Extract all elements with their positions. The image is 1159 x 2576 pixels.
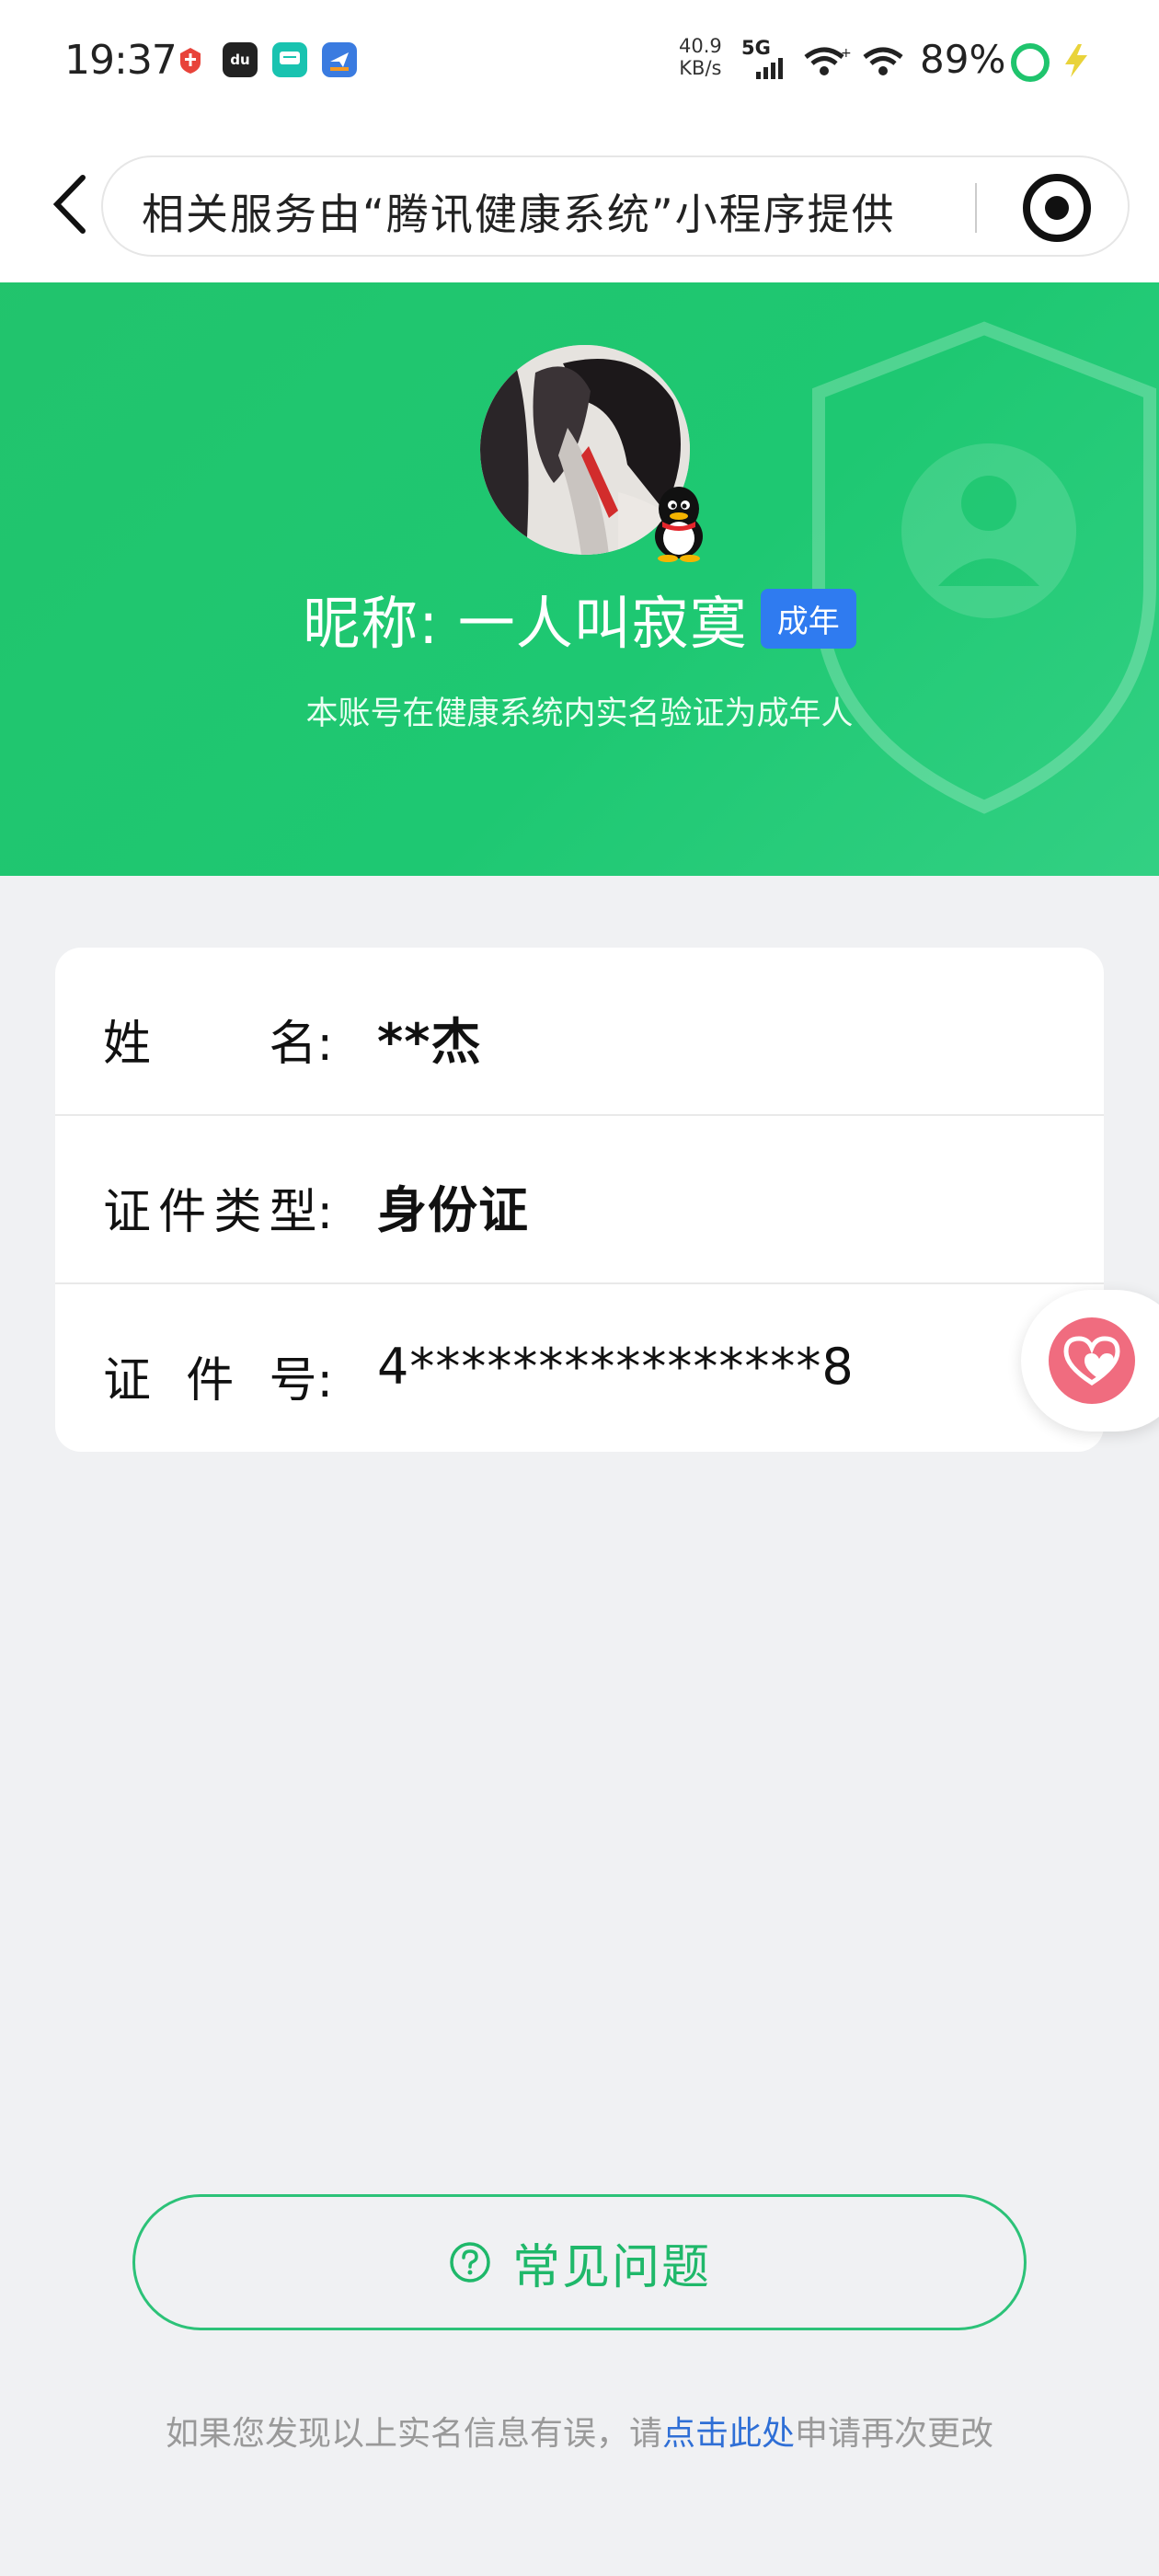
info-row-name: 姓名: **杰 [55, 948, 1104, 1116]
news-app-icon [173, 42, 208, 77]
floating-heart-button[interactable] [1021, 1290, 1159, 1432]
signal-icon [756, 58, 783, 79]
service-provider-bar[interactable]: 相关服务由“腾讯健康系统”小程序提供 [101, 155, 1130, 257]
faq-button[interactable]: 常见问题 [132, 2194, 1027, 2330]
wifi-icon [863, 47, 903, 75]
nickname: 昵称: 一人叫寂寞 [303, 590, 748, 657]
target-icon [1045, 196, 1069, 220]
info-label-name: 姓名: [103, 1017, 333, 1072]
info-value-id-number: 4****************8 [377, 1338, 855, 1396]
status-time: 19:37 [64, 37, 178, 84]
battery-ring-icon [1011, 43, 1050, 82]
faq-label: 常见问题 [511, 2239, 711, 2295]
heart-icon [1049, 1317, 1135, 1404]
back-button[interactable] [48, 172, 94, 236]
plane-app-icon [322, 42, 357, 77]
info-value-name: **杰 [377, 1013, 482, 1071]
mini-program-nav-bar: 相关服务由“腾讯健康系统”小程序提供 [0, 124, 1159, 282]
info-row-id-number: 证件号: 4****************8 [55, 1284, 1104, 1452]
capsule-divider [975, 183, 977, 233]
verification-hero: 昵称: 一人叫寂寞 成年 本账号在健康系统内实名验证为成年人 [0, 282, 1159, 876]
user-avatar [480, 345, 703, 562]
correction-note: 如果您发现以上实名信息有误，请点击此处申请再次更改 [0, 2407, 1159, 2455]
info-value-id-type: 身份证 [377, 1181, 529, 1239]
service-provider-text: 相关服务由“腾讯健康系统”小程序提供 [142, 190, 896, 239]
charging-icon [1065, 44, 1087, 77]
info-label-id-type: 证件类型: [103, 1185, 333, 1240]
adult-status-badge: 成年 [760, 588, 856, 649]
du-app-icon: du [223, 42, 258, 77]
shield-icon [812, 321, 1156, 814]
nickname-row: 昵称: 一人叫寂寞 成年 [0, 577, 1159, 660]
svg-text:+: + [841, 46, 852, 61]
info-label-id-number: 证件号: [103, 1353, 333, 1409]
verification-subtitle: 本账号在健康系统内实名验证为成年人 [305, 696, 854, 732]
wifi-icon: + [804, 46, 852, 75]
question-circle-icon [450, 2242, 490, 2283]
correction-note-suffix: 申请再次更改 [795, 2415, 994, 2453]
click-here-link[interactable]: 点击此处 [662, 2415, 795, 2453]
status-bar: 19:37 du 40.9 KB/s 5G + 89% [0, 0, 1159, 124]
network-speed: 40.9 KB/s [679, 35, 722, 79]
info-row-id-type: 证件类型: 身份证 [55, 1116, 1104, 1284]
battery-percent: 89% [920, 37, 1006, 82]
chat-app-icon [272, 42, 307, 77]
real-name-info-card: 姓名: **杰 证件类型: 身份证 证件号: 4****************… [55, 948, 1104, 1452]
qq-penguin-icon [655, 487, 703, 562]
close-mini-program-button[interactable] [1023, 174, 1091, 242]
correction-note-prefix: 如果您发现以上实名信息有误，请 [165, 2415, 662, 2453]
